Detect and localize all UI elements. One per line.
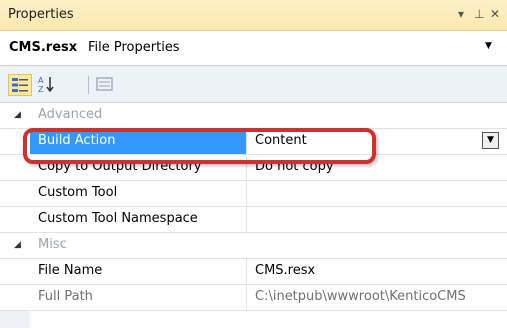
properties-title-bar: Properties ▾ ⊥ ✕ [0, 0, 507, 31]
column-divider [246, 259, 247, 284]
collapse-arrow-icon[interactable]: ◢ [14, 240, 21, 250]
category-misc[interactable]: ◢ Misc [0, 233, 507, 259]
window-position-dropdown-icon[interactable]: ▾ [458, 7, 464, 21]
property-row-custom-tool-namespace[interactable]: Custom Tool Namespace [0, 207, 507, 233]
category-advanced[interactable]: ◢ Advanced [0, 103, 507, 129]
chevron-down-icon: ▼ [487, 135, 494, 145]
alphabetical-icon: A Z [38, 76, 54, 94]
column-divider [246, 207, 247, 232]
alphabetical-button[interactable]: A Z [36, 74, 58, 94]
column-divider [246, 285, 247, 310]
svg-text:Z: Z [38, 85, 44, 94]
toolbar-separator [88, 76, 89, 94]
object-type: File Properties [88, 40, 180, 55]
property-name: File Name [38, 263, 103, 278]
property-row-full-path[interactable]: Full Path C:\inetpub\wwwroot\KenticoCMS [0, 285, 507, 311]
collapse-arrow-icon[interactable]: ◢ [14, 110, 21, 120]
property-row-file-name[interactable]: File Name CMS.resx [0, 259, 507, 285]
object-selector[interactable]: CMS.resx File Properties ▼ [0, 31, 507, 66]
pin-icon[interactable]: ⊥ [474, 7, 484, 21]
object-name: CMS.resx [9, 40, 78, 55]
property-name: Custom Tool Namespace [38, 211, 198, 226]
property-pages-icon [96, 77, 113, 91]
property-name: Custom Tool [38, 185, 118, 200]
category-name: Misc [38, 237, 67, 252]
panel-title: Properties [8, 7, 74, 22]
column-divider [246, 181, 247, 206]
property-row-custom-tool[interactable]: Custom Tool [0, 181, 507, 207]
property-pages-button[interactable] [94, 74, 116, 94]
categorized-button[interactable] [8, 74, 32, 96]
categorized-icon [12, 78, 28, 92]
highlight-callout [23, 128, 376, 164]
chevron-down-icon[interactable]: ▼ [485, 41, 492, 51]
property-value[interactable]: CMS.resx [255, 263, 315, 278]
svg-text:A: A [38, 76, 44, 85]
category-name: Advanced [38, 107, 103, 122]
properties-toolbar: A Z [0, 66, 507, 103]
value-dropdown-button[interactable]: ▼ [482, 132, 499, 149]
property-value: C:\inetpub\wwwroot\KenticoCMS [255, 289, 466, 304]
property-name: Full Path [38, 289, 93, 304]
close-icon[interactable]: ✕ [490, 7, 500, 21]
